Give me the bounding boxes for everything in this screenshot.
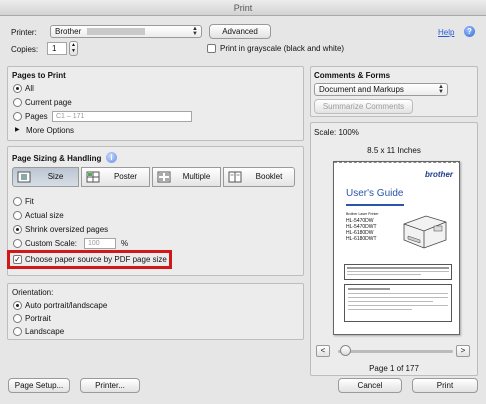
select-arrows-icon: ▲ ▼ bbox=[438, 84, 444, 95]
doc-title: User's Guide bbox=[346, 188, 404, 199]
pages-range-radio[interactable] bbox=[13, 112, 22, 121]
shrink-radio[interactable] bbox=[13, 225, 22, 234]
copies-label: Copies: bbox=[11, 45, 39, 54]
pages-range-label: Pages bbox=[25, 112, 48, 121]
info-icon[interactable]: i bbox=[106, 152, 117, 163]
tab-multiple-label: Multiple bbox=[182, 172, 211, 181]
copies-stepper[interactable]: ▲ ▼ bbox=[69, 41, 78, 56]
fit-radio[interactable] bbox=[13, 197, 22, 206]
window-title: Print bbox=[233, 3, 253, 13]
booklet-icon bbox=[228, 171, 242, 183]
tab-booklet[interactable]: Booklet bbox=[223, 167, 295, 187]
select-arrows-icon: ▲ ▼ bbox=[192, 26, 198, 37]
preview-scale: Scale: 100% bbox=[314, 128, 359, 137]
preview-page: brother User's Guide Brother Laser Print… bbox=[333, 161, 460, 335]
safety-notice-box bbox=[344, 264, 452, 280]
brand-logo: brother bbox=[425, 170, 453, 179]
multiple-icon bbox=[157, 171, 171, 183]
actual-size-radio[interactable] bbox=[13, 211, 22, 220]
grayscale-checkbox[interactable] bbox=[207, 44, 216, 53]
print-button[interactable]: Print bbox=[412, 378, 478, 393]
orientation-heading: Orientation: bbox=[12, 288, 54, 297]
orientation-auto-label: Auto portrait/landscape bbox=[25, 301, 108, 310]
size-icon bbox=[17, 171, 31, 183]
preview-prev-button[interactable]: < bbox=[316, 345, 330, 357]
orientation-portrait-label: Portrait bbox=[25, 314, 51, 323]
paper-source-label: Choose paper source by PDF page size bbox=[25, 255, 167, 264]
tab-poster[interactable]: Poster bbox=[81, 167, 150, 187]
contents-box bbox=[344, 284, 452, 322]
grayscale-label: Print in grayscale (black and white) bbox=[220, 44, 345, 53]
page-indicator: Page 1 of 177 bbox=[369, 364, 419, 373]
preview-slider-thumb[interactable] bbox=[340, 345, 351, 356]
comments-heading: Comments & Forms bbox=[314, 71, 391, 80]
shrink-label: Shrink oversized pages bbox=[25, 225, 109, 234]
preview-slider-track[interactable] bbox=[338, 350, 453, 353]
tab-poster-label: Poster bbox=[113, 172, 138, 181]
custom-scale-input[interactable]: 100 bbox=[84, 238, 116, 249]
comments-select[interactable]: Document and Markups ▲ ▼ bbox=[314, 83, 448, 96]
pages-all-radio[interactable] bbox=[13, 84, 22, 93]
redacted-printer-model bbox=[87, 28, 146, 36]
printer-select[interactable]: Brother ▲ ▼ bbox=[50, 25, 202, 38]
help-link[interactable]: Help bbox=[438, 27, 454, 38]
advanced-button[interactable]: Advanced bbox=[209, 24, 271, 39]
model-heading: Brother Laser Printer bbox=[346, 212, 379, 216]
custom-scale-label: Custom Scale: bbox=[25, 239, 78, 248]
pages-current-radio[interactable] bbox=[13, 98, 22, 107]
tab-multiple[interactable]: Multiple bbox=[152, 167, 221, 187]
pages-all-label: All bbox=[25, 84, 34, 93]
printer-button[interactable]: Printer... bbox=[80, 378, 140, 393]
pages-current-label: Current page bbox=[25, 98, 72, 107]
custom-scale-radio[interactable] bbox=[13, 239, 22, 248]
printer-label: Printer: bbox=[11, 28, 37, 37]
tab-size[interactable]: Size bbox=[12, 167, 79, 187]
copies-input[interactable]: 1 bbox=[47, 42, 67, 55]
fit-label: Fit bbox=[25, 197, 34, 206]
window-title-bar: Print bbox=[0, 0, 486, 16]
orientation-auto-radio[interactable] bbox=[13, 301, 22, 310]
poster-icon bbox=[86, 171, 100, 183]
orientation-landscape-label: Landscape bbox=[25, 327, 65, 336]
preview-next-button[interactable]: > bbox=[456, 345, 470, 357]
page-setup-button[interactable]: Page Setup... bbox=[8, 378, 70, 393]
summarize-comments-button[interactable]: Summarize Comments bbox=[314, 99, 413, 114]
printer-illustration bbox=[400, 210, 450, 252]
actual-size-label: Actual size bbox=[25, 211, 64, 220]
pages-range-input[interactable]: C1 – 171 bbox=[52, 111, 192, 122]
orientation-portrait-radio[interactable] bbox=[13, 314, 22, 323]
title-rule bbox=[346, 204, 404, 206]
tab-size-label: Size bbox=[47, 172, 64, 181]
sizing-heading: Page Sizing & Handling bbox=[12, 154, 102, 163]
orientation-landscape-radio[interactable] bbox=[13, 327, 22, 336]
help-icon[interactable]: ? bbox=[464, 26, 475, 37]
pages-heading: Pages to Print bbox=[12, 71, 66, 80]
cancel-button[interactable]: Cancel bbox=[338, 378, 402, 393]
percent-label: % bbox=[121, 239, 129, 248]
tab-booklet-label: Booklet bbox=[255, 172, 283, 181]
printer-select-value: Brother bbox=[55, 27, 82, 36]
preview-paper-size: 8.5 x 11 Inches bbox=[367, 146, 421, 155]
disclosure-triangle-icon[interactable]: ▶ bbox=[15, 125, 20, 136]
model-3: HL-6180DWT bbox=[346, 236, 377, 242]
comments-select-value: Document and Markups bbox=[319, 85, 404, 94]
page-border-line bbox=[334, 162, 459, 163]
more-options-label[interactable]: More Options bbox=[26, 125, 74, 136]
paper-source-checkbox[interactable]: ✓ bbox=[13, 255, 22, 264]
